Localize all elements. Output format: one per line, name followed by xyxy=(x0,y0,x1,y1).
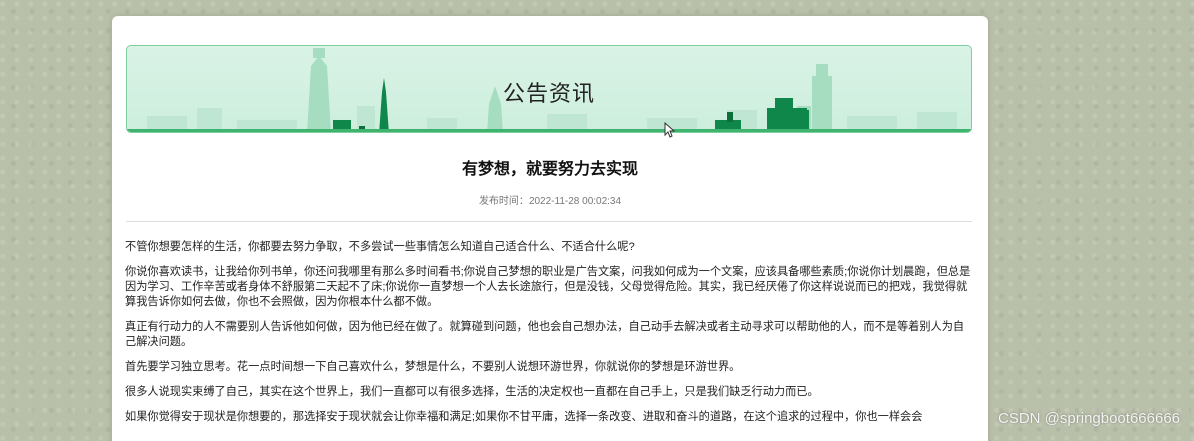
mouse-cursor-icon xyxy=(664,122,676,138)
article-paragraph: 你说你喜欢读书，让我给你列书单，你还问我哪里有那么多时间看书;你说自己梦想的职业… xyxy=(125,266,971,308)
watermark: CSDN @springboot666666 xyxy=(998,410,1180,427)
banner-underline xyxy=(127,129,971,132)
banner-title: 公告资讯 xyxy=(502,81,595,106)
announcement-banner: 公告资讯 xyxy=(126,45,972,133)
article-paragraph: 首先要学习独立思考。花一点时间想一下自己喜欢什么，梦想是什么，不要别人说想环游世… xyxy=(125,361,741,373)
publish-label: 发布时间： xyxy=(478,196,529,207)
announcement-card: 公告资讯 有梦想，就要努力去实现 发布时间：2022-11-28 00:02:3… xyxy=(112,16,988,441)
article-paragraph: 如果你觉得安于现状是你想要的，那选择安于现状就会让你幸福和满足;如果你不甘平庸，… xyxy=(125,411,923,423)
article-content: 不管你想要怎样的生活，你都要去努力争取，不多尝试一些事情怎么知道自己适合什么、不… xyxy=(125,240,975,435)
publish-time: 2022-11-28 00:02:34 xyxy=(528,196,622,207)
publish-meta: 发布时间：2022-11-28 00:02:34 xyxy=(112,192,988,207)
divider xyxy=(126,221,972,222)
article-paragraph: 真正有行动力的人不需要别人告诉他如何做，因为他已经在做了。就算碰到问题，他也会自… xyxy=(125,321,965,348)
article-title: 有梦想，就要努力去实现 xyxy=(461,161,638,178)
article-paragraph: 很多人说现实束缚了自己，其实在这个世界上，我们一直都可以有很多选择，生活的决定权… xyxy=(125,386,819,398)
article-paragraph: 不管你想要怎样的生活，你都要去努力争取，不多尝试一些事情怎么知道自己适合什么、不… xyxy=(125,241,635,253)
